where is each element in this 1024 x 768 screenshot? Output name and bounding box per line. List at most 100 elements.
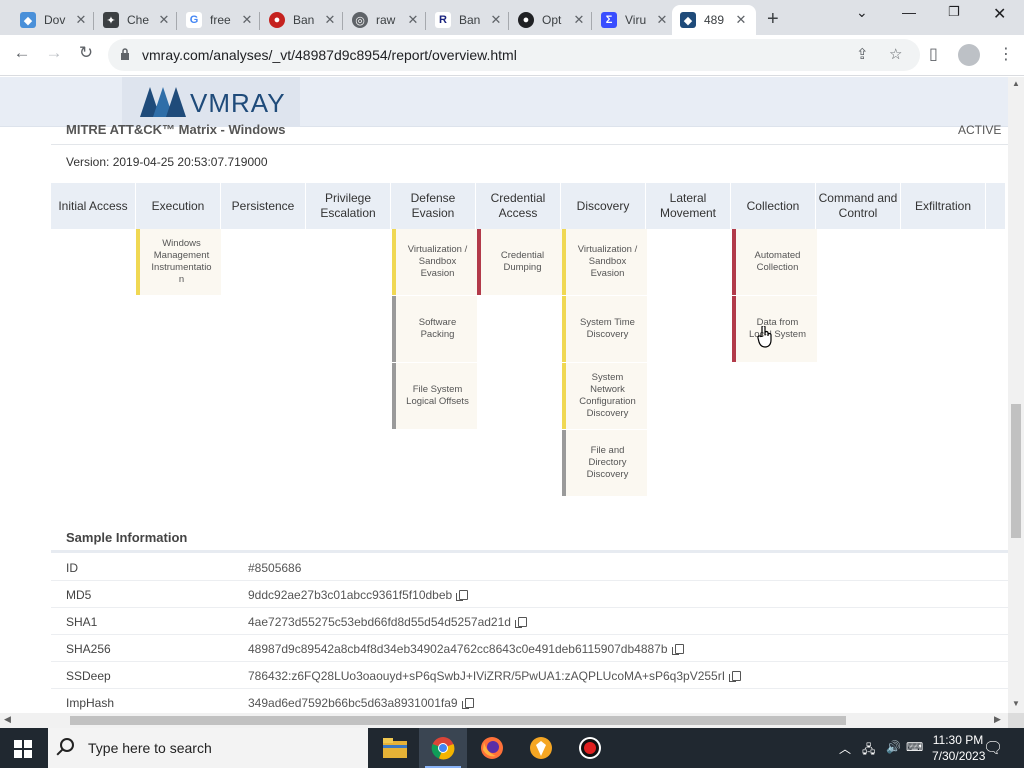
browser-tab-strip: ◆ Dov ✕ ✦ Che ✕ G free ✕ ● Ban ✕ ◎ raw ✕… <box>0 0 1024 35</box>
github-favicon-icon: ● <box>518 12 534 28</box>
copy-icon[interactable] <box>671 644 684 655</box>
address-bar[interactable]: vmray.com/analyses/_vt/48987d9c8954/repo… <box>108 39 920 71</box>
firefox-taskbar-icon[interactable] <box>468 728 516 768</box>
close-tab-icon[interactable]: ✕ <box>655 12 669 28</box>
windows-taskbar: Type here to search ︿ 🖧 🔊 ⌨ 11:30 PM 7/3… <box>0 728 1024 768</box>
forward-arrow-icon[interactable]: → <box>42 43 66 63</box>
tactic-command-and-control: Command and Control <box>816 183 900 229</box>
close-tab-icon[interactable]: ✕ <box>572 12 586 28</box>
tactic-collection: Collection <box>731 183 815 229</box>
recorder-taskbar-icon[interactable] <box>566 728 614 768</box>
technique-cell[interactable]: Windows Management Instrumentatio n <box>136 229 221 295</box>
technique-cell[interactable]: Software Packing <box>392 296 477 362</box>
windows-start-icon[interactable] <box>14 740 32 758</box>
tactic-privilege-escalation: Privilege Escalation <box>306 183 390 229</box>
browser-tab[interactable]: G free ✕ <box>178 5 262 35</box>
row-value: 786432:z6FQ28LUo3oaouyd+sP6qSwbJ+IViZRR/… <box>248 669 726 683</box>
scroll-left-arrow-icon[interactable]: ◀ <box>4 714 11 725</box>
close-tab-icon[interactable]: ✕ <box>240 12 254 28</box>
brave-taskbar-icon[interactable] <box>517 728 565 768</box>
tab-search-chevron-icon[interactable]: ⌄ <box>856 4 868 21</box>
close-window-icon[interactable]: ✕ <box>993 4 1006 24</box>
scroll-up-arrow-icon[interactable]: ▲ <box>1012 79 1020 88</box>
restore-window-icon[interactable]: ❐ <box>948 4 960 20</box>
browser-toolbar: ← → ↻ vmray.com/analyses/_vt/48987d9c895… <box>0 35 1024 76</box>
close-tab-icon[interactable]: ✕ <box>489 12 503 28</box>
table-row: SHA256 48987d9c89542a8cb4f8d34eb34902a47… <box>51 635 1008 662</box>
row-value: 4ae7273d55275c53ebd66fd8d55d54d5257ad21d <box>248 615 511 629</box>
new-tab-plus-icon[interactable]: + <box>767 8 779 31</box>
close-tab-icon[interactable]: ✕ <box>157 12 171 28</box>
tab-title: free <box>210 13 231 27</box>
browser-tab-active[interactable]: ◆ 489 ✕ <box>672 5 756 35</box>
reload-icon[interactable]: ↻ <box>74 43 98 63</box>
close-tab-icon[interactable]: ✕ <box>74 12 88 28</box>
google-favicon-icon: G <box>186 12 202 28</box>
profile-avatar[interactable] <box>958 44 980 66</box>
row-value: 349ad6ed7592b66bc5d63a8931001fa9 <box>248 696 458 710</box>
row-value-wrap: 9ddc92ae27b3c01abcc9361f5f10dbeb <box>248 588 469 602</box>
table-row: MD5 9ddc92ae27b3c01abcc9361f5f10dbeb <box>51 581 1008 608</box>
browser-tab[interactable]: ● Ban ✕ <box>261 5 345 35</box>
vmray-favicon-icon: ◆ <box>20 12 36 28</box>
browser-tab[interactable]: ◆ Dov ✕ <box>12 5 96 35</box>
notifications-icon[interactable]: 🗨 <box>983 738 1003 758</box>
r-favicon-icon: R <box>435 12 451 28</box>
share-icon[interactable]: ⇪ <box>856 45 869 63</box>
network-icon[interactable]: 🖧 <box>862 740 875 761</box>
technique-cell[interactable]: System Time Discovery <box>562 296 647 362</box>
lock-icon <box>121 48 129 60</box>
close-tab-icon[interactable]: ✕ <box>734 12 748 28</box>
chrome-taskbar-icon[interactable] <box>419 728 467 768</box>
vmray-logo-icon <box>140 87 186 117</box>
technique-cell[interactable]: File System Logical Offsets <box>392 363 477 429</box>
tactic-credential-access: Credential Access <box>476 183 560 229</box>
system-clock[interactable]: 11:30 PM 7/30/2023 <box>932 732 985 764</box>
tray-chevron-icon[interactable]: ︿ <box>839 740 851 757</box>
horizontal-scroll-thumb[interactable] <box>70 716 846 725</box>
site-header: VMRAY <box>0 77 1008 127</box>
vertical-scroll-thumb[interactable] <box>1011 404 1021 538</box>
browser-tab[interactable]: R Ban ✕ <box>427 5 511 35</box>
more-menu-icon[interactable]: ⋮ <box>998 44 1014 64</box>
tab-title: Dov <box>44 13 66 27</box>
side-panel-icon[interactable]: ▯ <box>929 44 938 64</box>
scroll-down-arrow-icon[interactable]: ▼ <box>1012 699 1020 708</box>
scroll-right-arrow-icon[interactable]: ▶ <box>994 714 1001 725</box>
file-explorer-icon[interactable] <box>371 728 419 768</box>
table-row: SSDeep 786432:z6FQ28LUo3oaouyd+sP6qSwbJ+… <box>51 662 1008 689</box>
row-value-wrap: 4ae7273d55275c53ebd66fd8d55d54d5257ad21d <box>248 615 527 629</box>
horizontal-scrollbar[interactable]: ◀ ▶ <box>0 713 1008 728</box>
technique-cell[interactable]: Automated Collection <box>732 229 817 295</box>
vmray-logo[interactable]: VMRAY <box>122 77 300 127</box>
browser-tab[interactable]: Σ Viru ✕ <box>593 5 677 35</box>
url-text[interactable]: vmray.com/analyses/_vt/48987d9c8954/repo… <box>142 47 517 63</box>
row-value: 48987d9c89542a8cb4f8d34eb34902a4762cc864… <box>248 642 668 656</box>
technique-cell[interactable]: Data from Local System <box>732 296 817 362</box>
globe-favicon-icon: ◎ <box>352 12 368 28</box>
copy-icon[interactable] <box>461 698 474 709</box>
taskbar-search-box[interactable]: Type here to search <box>48 728 368 768</box>
technique-cell[interactable]: Credential Dumping <box>477 229 562 295</box>
copy-icon[interactable] <box>514 617 527 628</box>
technique-cell[interactable]: System Network Configuration Discovery <box>562 363 647 429</box>
browser-tab[interactable]: ◎ raw ✕ <box>344 5 428 35</box>
close-tab-icon[interactable]: ✕ <box>323 12 337 28</box>
copy-icon[interactable] <box>456 590 469 601</box>
browser-tab[interactable]: ✦ Che ✕ <box>95 5 179 35</box>
technique-cell[interactable]: Virtualization / Sandbox Evasion <box>562 229 647 295</box>
bookmark-star-icon[interactable]: ☆ <box>889 45 902 63</box>
language-icon[interactable]: ⌨ <box>906 740 923 754</box>
volume-icon[interactable]: 🔊 <box>886 740 901 754</box>
tab-title: raw <box>376 13 396 27</box>
row-value-wrap: 786432:z6FQ28LUo3oaouyd+sP6qSwbJ+IViZRR/… <box>248 669 742 683</box>
copy-icon[interactable] <box>729 671 742 682</box>
close-tab-icon[interactable]: ✕ <box>406 12 420 28</box>
browser-tab[interactable]: ● Opt ✕ <box>510 5 594 35</box>
technique-cell[interactable]: File and Directory Discovery <box>562 430 647 496</box>
vertical-scrollbar[interactable]: ▲ ▼ <box>1008 77 1024 713</box>
technique-cell[interactable]: Virtualization / Sandbox Evasion <box>392 229 477 295</box>
minimize-window-icon[interactable]: — <box>902 4 916 20</box>
page-content: VMRAY MITRE ATT&CK™ Matrix - Windows ACT… <box>0 77 1008 713</box>
back-arrow-icon[interactable]: ← <box>10 43 34 63</box>
